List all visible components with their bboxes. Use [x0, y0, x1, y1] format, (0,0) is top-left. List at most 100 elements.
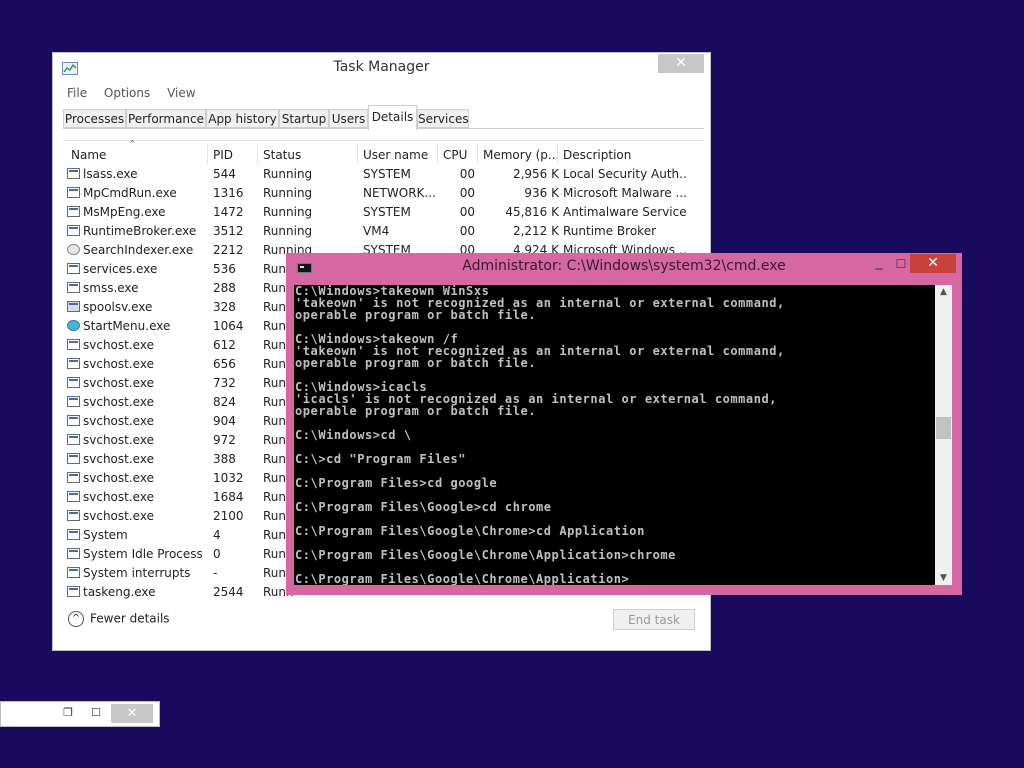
- cell-desc: Antimalware Service...: [563, 205, 687, 219]
- fewer-details-button[interactable]: ^ Fewer details: [68, 611, 170, 627]
- window-icon: [67, 491, 80, 502]
- cell-pid: 1032: [213, 471, 244, 485]
- cell-pid: 3512: [213, 224, 244, 238]
- scrollbar-thumb[interactable]: [936, 417, 951, 439]
- cell-user: SYSTEM: [363, 205, 411, 219]
- cell-pid: 0: [213, 547, 221, 561]
- cmd-window[interactable]: Administrator: C:\Windows\system32\cmd.e…: [286, 253, 962, 595]
- table-row[interactable]: lsass.exe 544 Running SYSTEM 00 2,956 K Local …: [63, 165, 688, 184]
- cell-pid: 656: [213, 357, 236, 371]
- cell-pid: 388: [213, 452, 236, 466]
- table-row[interactable]: MsMpEng.exe 1472 Running SYSTEM 00 45,816 K An…: [63, 203, 688, 222]
- console-line: C:\Program Files>cd google: [295, 476, 498, 490]
- cell-status: Running: [263, 186, 313, 200]
- task-manager-title: Task Manager: [333, 59, 430, 75]
- cell-name: System: [83, 528, 128, 542]
- cell-pid: 4: [213, 528, 221, 542]
- console-line: operable program or batch file.: [295, 404, 537, 418]
- restore-button[interactable]: ❐: [59, 706, 77, 722]
- column-header-memory[interactable]: Memory (p...: [478, 145, 558, 165]
- cell-name: svchost.exe: [83, 414, 154, 428]
- window-icon: [67, 206, 80, 217]
- cell-user: VM4: [363, 224, 390, 238]
- menu-view[interactable]: View: [167, 86, 195, 100]
- cell-mem: 2,212 K: [512, 224, 559, 238]
- cell-pid: 732: [213, 376, 236, 390]
- console-scrollbar[interactable]: ▲ ▼: [935, 285, 952, 585]
- tab-startup[interactable]: Startup: [279, 109, 329, 128]
- tab-services[interactable]: Services: [417, 109, 469, 128]
- tab-performance[interactable]: Performance: [126, 109, 206, 128]
- close-button[interactable]: ✕: [111, 704, 153, 723]
- cell-name: spoolsv.exe: [83, 300, 153, 314]
- console-line: C:\>cd "Program Files": [295, 452, 467, 466]
- tab-app-history[interactable]: App history: [206, 109, 279, 128]
- cell-name: svchost.exe: [83, 490, 154, 504]
- tab-users[interactable]: Users: [329, 109, 368, 128]
- chevron-up-icon: ^: [68, 611, 84, 627]
- menu-file[interactable]: File: [67, 86, 87, 100]
- minimized-window[interactable]: ❐ ☐ ✕: [0, 701, 160, 727]
- scroll-up-icon[interactable]: ▲: [935, 287, 952, 297]
- cell-name: System Idle Process: [83, 547, 203, 561]
- cell-pid: -: [213, 566, 218, 580]
- column-header-cpu[interactable]: CPU: [438, 145, 478, 165]
- tab-processes[interactable]: Processes: [63, 109, 126, 128]
- cell-mem: 45,816 K: [505, 205, 559, 219]
- fewer-details-label: Fewer details: [90, 611, 170, 626]
- column-header-pid[interactable]: PID: [208, 145, 258, 165]
- cell-pid: 904: [213, 414, 236, 428]
- cell-status: Running: [263, 167, 313, 181]
- cmd-close-button[interactable]: ✕: [910, 254, 956, 273]
- cell-name: taskeng.exe: [83, 585, 156, 599]
- tab-details[interactable]: Details: [368, 105, 417, 130]
- window-icon: [67, 453, 80, 464]
- scroll-down-icon[interactable]: ▼: [935, 573, 952, 583]
- cell-name: SearchIndexer.exe: [83, 243, 194, 257]
- cell-pid: 328: [213, 300, 236, 314]
- column-header-name[interactable]: Name: [66, 145, 208, 165]
- window-icon: [67, 472, 80, 483]
- cell-pid: 544: [213, 167, 236, 181]
- console-line: operable program or batch file.: [295, 308, 537, 322]
- column-header-description[interactable]: Description: [558, 145, 688, 165]
- column-header-user-name[interactable]: User name: [358, 145, 438, 165]
- window-icon: [67, 586, 80, 597]
- cell-pid: 2544: [213, 585, 244, 599]
- cell-name: svchost.exe: [83, 433, 154, 447]
- cell-desc: Microsoft Malware ...: [563, 186, 687, 200]
- cell-name: svchost.exe: [83, 376, 154, 390]
- cell-pid: 824: [213, 395, 236, 409]
- cmd-title: Administrator: C:\Windows\system32\cmd.e…: [462, 258, 786, 274]
- task-manager-titlebar[interactable]: Task Manager ✕: [53, 53, 710, 83]
- table-row[interactable]: RuntimeBroker.exe 3512 Running VM4 00 2,212 K…: [63, 222, 688, 241]
- cmd-maximize-button[interactable]: ☐: [890, 255, 912, 273]
- menu-options[interactable]: Options: [104, 86, 150, 100]
- window-icon: [67, 377, 80, 388]
- console-line: C:\Program Files\Google>cd chrome: [295, 500, 552, 514]
- console-line: C:\Program Files\Google\Chrome\Applicati…: [295, 572, 630, 585]
- maximize-button[interactable]: ☐: [87, 706, 105, 722]
- cell-pid: 1684: [213, 490, 244, 504]
- cell-mem: 2,956 K: [512, 167, 559, 181]
- cell-pid: 288: [213, 281, 236, 295]
- table-row[interactable]: MpCmdRun.exe 1316 Running NETWORK... 00 936 K…: [63, 184, 688, 203]
- window-icon: [67, 510, 80, 521]
- window-icon: [67, 263, 80, 274]
- window-icon: [67, 396, 80, 407]
- cell-name: svchost.exe: [83, 357, 154, 371]
- column-header-status[interactable]: Status: [258, 145, 358, 165]
- console-output[interactable]: C:\Windows>takeown WinSxs'takeown' is no…: [294, 285, 935, 585]
- cmd-minimize-button[interactable]: _: [867, 255, 891, 273]
- cell-mem: 936 K: [524, 186, 559, 200]
- task-manager-close-button[interactable]: ✕: [658, 54, 704, 73]
- window-icon: [67, 548, 80, 559]
- globe-icon: [67, 320, 80, 331]
- end-task-button[interactable]: End task: [613, 609, 695, 630]
- cell-pid: 612: [213, 338, 236, 352]
- window-icon: [67, 434, 80, 445]
- cell-status: Running: [263, 224, 313, 238]
- task-manager-menubar: File Options View: [67, 86, 209, 100]
- cell-name: lsass.exe: [83, 167, 138, 181]
- cell-name: svchost.exe: [83, 338, 154, 352]
